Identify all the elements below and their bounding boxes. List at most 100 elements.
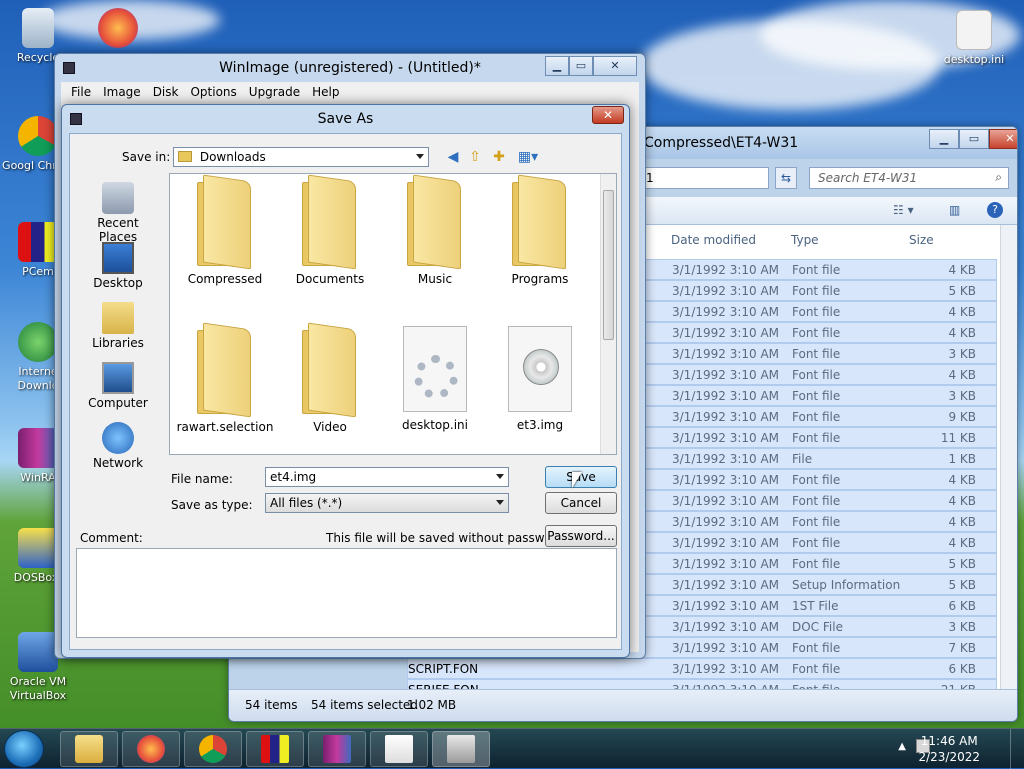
- close-button[interactable]: ✕: [593, 56, 637, 76]
- column-header-type[interactable]: Type: [791, 233, 819, 247]
- file-item-folder[interactable]: Music: [385, 174, 485, 286]
- save-in-dropdown[interactable]: Downloads: [173, 147, 429, 167]
- size-cell: 3 KB: [948, 389, 976, 403]
- settings-file-icon: [403, 326, 467, 412]
- menu-options[interactable]: Options: [184, 82, 242, 102]
- place-libraries[interactable]: Libraries: [78, 302, 158, 350]
- type-cell: File: [792, 452, 813, 466]
- chevron-down-icon[interactable]: [496, 474, 504, 479]
- date-cell: 3/1/1992 3:10 AM: [672, 599, 780, 613]
- column-header-size[interactable]: Size: [909, 233, 934, 247]
- taskbar-explorer[interactable]: [60, 731, 118, 767]
- chrome-icon: [18, 116, 58, 156]
- file-browser-scrollbar[interactable]: [600, 174, 616, 454]
- chrome-icon: [199, 735, 227, 763]
- taskbar-winrar[interactable]: [308, 731, 366, 767]
- close-button[interactable]: ✕: [592, 106, 624, 124]
- file-name-input[interactable]: et4.img: [265, 467, 509, 487]
- minimize-button[interactable]: ▁: [545, 56, 569, 76]
- password-button[interactable]: Password...: [545, 525, 617, 547]
- comment-textarea[interactable]: [76, 548, 617, 638]
- type-cell: Font file: [792, 326, 841, 340]
- maximize-button[interactable]: ▭: [569, 56, 593, 76]
- file-item-folder[interactable]: Video: [280, 322, 380, 434]
- help-icon[interactable]: ?: [987, 202, 1003, 218]
- menu-upgrade[interactable]: Upgrade: [243, 82, 306, 102]
- taskbar: ▲ 11:46 AM 2/23/2022: [0, 728, 1024, 769]
- date-cell: 3/1/1992 3:10 AM: [672, 431, 780, 445]
- taskbar-chrome[interactable]: [184, 731, 242, 767]
- size-cell: 9 KB: [948, 410, 976, 424]
- file-item-folder[interactable]: Compressed: [175, 174, 275, 286]
- folder-icon: [403, 174, 467, 270]
- folder-icon: [508, 174, 572, 270]
- system-clock[interactable]: 11:46 AM 2/23/2022: [918, 733, 980, 765]
- explorer-scrollbar[interactable]: [1000, 225, 1017, 689]
- desktop-icon: [102, 242, 134, 274]
- place-computer[interactable]: Computer: [78, 362, 158, 410]
- show-hidden-icons-icon[interactable]: ▲: [898, 741, 906, 752]
- menu-help[interactable]: Help: [306, 82, 345, 102]
- mouse-cursor: [572, 472, 582, 488]
- date-cell: 3/1/1992 3:10 AM: [672, 284, 780, 298]
- taskbar-java[interactable]: [370, 731, 428, 767]
- back-icon[interactable]: ◀: [444, 148, 462, 166]
- file-item-disc-image[interactable]: et3.img: [490, 326, 590, 432]
- view-menu-icon[interactable]: ▦▾: [514, 148, 542, 166]
- file-item-settings[interactable]: desktop.ini: [385, 326, 485, 432]
- place-network[interactable]: Network: [78, 422, 158, 470]
- save-as-type-dropdown[interactable]: All files (*.*): [265, 493, 509, 513]
- type-cell: Font file: [792, 536, 841, 550]
- file-item-folder[interactable]: rawart.selection: [175, 322, 275, 434]
- cancel-button[interactable]: Cancel: [545, 492, 617, 514]
- table-row[interactable]: SCRIPT.FON 3/1/1992 3:10 AM Font file 6 KB: [407, 658, 997, 679]
- file-item-folder[interactable]: Documents: [280, 174, 380, 286]
- type-cell: Font file: [792, 347, 841, 361]
- size-cell: 5 KB: [948, 578, 976, 592]
- save-as-dialog[interactable]: Save As ✕ Save in: Downloads ◀ ⇧ ✚ ▦▾ Re…: [61, 104, 630, 658]
- date-cell: 3/1/1992 3:10 AM: [672, 326, 780, 340]
- status-selected: 54 items selected: [311, 698, 418, 712]
- maximize-button[interactable]: ▭: [959, 129, 989, 149]
- taskbar-pcem[interactable]: [246, 731, 304, 767]
- date-cell: 3/1/1992 3:10 AM: [672, 641, 780, 655]
- size-cell: 1 KB: [948, 452, 976, 466]
- menu-image[interactable]: Image: [97, 82, 147, 102]
- date-cell: 3/1/1992 3:10 AM: [672, 515, 780, 529]
- folder-icon: [298, 322, 362, 418]
- up-folder-icon[interactable]: ⇧: [466, 148, 484, 166]
- refresh-icon[interactable]: ⇆: [775, 167, 797, 189]
- network-icon: [102, 422, 134, 454]
- date-cell: 3/1/1992 3:10 AM: [672, 578, 780, 592]
- menu-file[interactable]: File: [65, 82, 97, 102]
- taskbar-winimage[interactable]: [432, 731, 490, 767]
- view-options-icon[interactable]: ☷ ▾: [893, 203, 914, 217]
- scrollbar-thumb[interactable]: [603, 190, 614, 340]
- desktop-icon-desktop-ini[interactable]: desktop.ini: [936, 10, 1012, 67]
- pcem-icon: [261, 735, 289, 763]
- desktop-icon-firefox[interactable]: [80, 8, 156, 51]
- preview-pane-icon[interactable]: ▥: [949, 203, 960, 217]
- minimize-button[interactable]: ▁: [929, 129, 959, 149]
- close-button[interactable]: ✕: [989, 129, 1017, 149]
- explorer-search-input[interactable]: Search ET4-W31 ⌕: [809, 167, 1009, 189]
- place-recent-places[interactable]: Recent Places: [78, 182, 158, 244]
- disc-image-icon: [508, 326, 572, 412]
- show-desktop-button[interactable]: [1010, 729, 1024, 769]
- column-header-date[interactable]: Date modified: [671, 233, 756, 247]
- file-item-folder[interactable]: Programs: [490, 174, 590, 286]
- date-cell: 3/1/1992 3:10 AM: [672, 410, 780, 424]
- start-button[interactable]: [4, 730, 44, 768]
- new-folder-icon[interactable]: ✚: [490, 148, 508, 166]
- explorer-address-bar[interactable]: 1: [639, 167, 769, 189]
- taskbar-firefox[interactable]: [122, 731, 180, 767]
- file-browser-area[interactable]: Compressed Documents Music Programs rawa…: [169, 173, 617, 455]
- menu-disk[interactable]: Disk: [147, 82, 185, 102]
- place-desktop[interactable]: Desktop: [78, 242, 158, 290]
- clock-date: 2/23/2022: [918, 750, 980, 764]
- save-as-titlebar[interactable]: Save As ✕: [62, 105, 629, 133]
- type-cell: Font file: [792, 263, 841, 277]
- type-cell: Font file: [792, 494, 841, 508]
- winrar-icon: [323, 735, 351, 763]
- clock-time: 11:46 AM: [920, 734, 978, 748]
